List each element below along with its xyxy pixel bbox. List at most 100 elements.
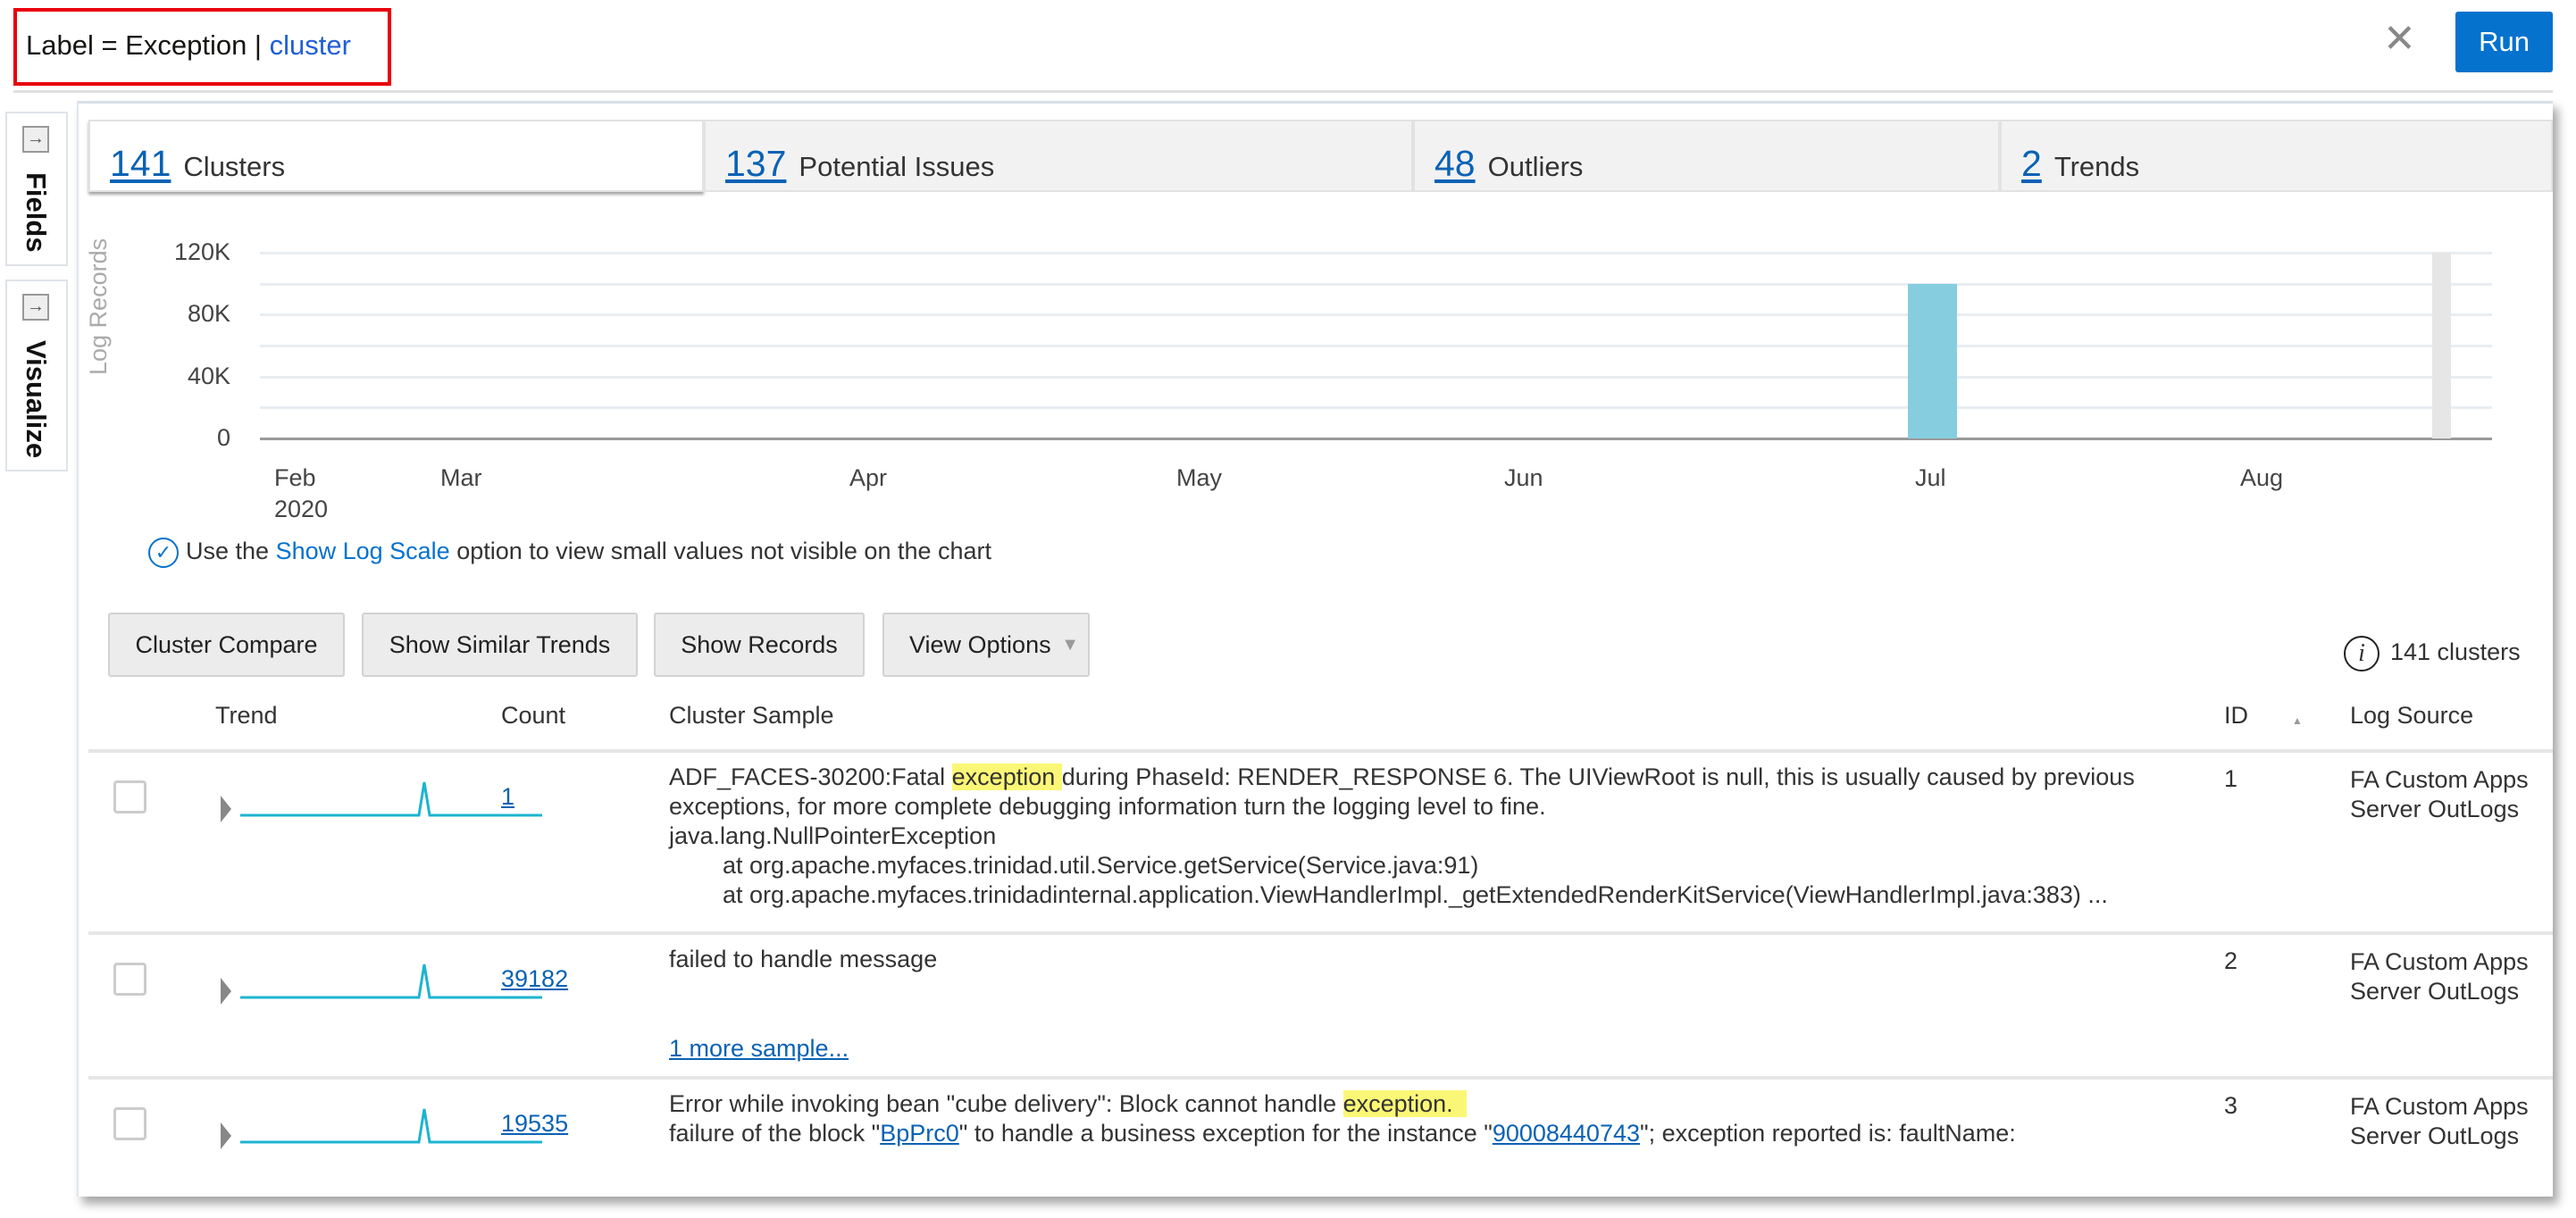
x-tick-label: Jun xyxy=(1504,464,1543,492)
sample-text: Error while invoking bean "cube delivery… xyxy=(669,1090,1343,1117)
query-text: Label = Exception | xyxy=(26,29,270,61)
x-tick-label: Aug xyxy=(2240,464,2283,492)
gridline xyxy=(260,345,2492,347)
sample-line: ADF_FACES-30200:Fatal exception during P… xyxy=(669,763,2277,792)
log-source: FA Custom Apps Server OutLogs xyxy=(2350,765,2529,824)
cluster-sample: failed to handle message1 more sample... xyxy=(669,945,2277,974)
tab-count[interactable]: 137 xyxy=(725,143,786,184)
count-link[interactable]: 1 xyxy=(501,783,514,811)
sample-text: at org.apache.myfaces.trinidad.util.Serv… xyxy=(669,852,1478,879)
highlighted-term: exception. xyxy=(1343,1090,1467,1117)
close-icon[interactable]: ✕ xyxy=(2383,20,2416,59)
y-tick-label: 0 xyxy=(168,424,230,452)
sample-text: " to handle a business exception for the… xyxy=(959,1120,1493,1147)
table-row: 1 1 FA Custom Apps Server OutLogsADF_FAC… xyxy=(88,751,2553,933)
x-tick-label: Jul xyxy=(1915,464,1946,492)
divider xyxy=(13,90,2553,93)
show-log-scale-link[interactable]: Show Log Scale xyxy=(276,538,450,564)
x-tick-label: Mar xyxy=(440,464,482,492)
bar[interactable] xyxy=(1908,284,1957,438)
sample-text: during PhaseId: RENDER_RESPONSE 6. The U… xyxy=(1062,763,2135,790)
trend-sparkline[interactable] xyxy=(221,1105,542,1158)
run-button[interactable]: Run xyxy=(2455,12,2553,72)
cluster-sample: Error while invoking bean "cube delivery… xyxy=(669,1089,2277,1148)
gridline xyxy=(260,406,2492,409)
gridline xyxy=(260,376,2492,379)
tab-count[interactable]: 141 xyxy=(110,143,171,184)
sample-line: exceptions, for more complete debugging … xyxy=(669,792,2277,822)
log-source: FA Custom Apps Server OutLogs xyxy=(2350,947,2529,1006)
column-header-log-source[interactable]: Log Source xyxy=(2350,702,2473,730)
check-circle-icon: ✓ xyxy=(148,538,179,568)
sample-line: at org.apache.myfaces.trinidadinternal.a… xyxy=(669,880,2277,910)
x-tick-label: Feb xyxy=(274,464,316,492)
sidebar-tab-label: Fields xyxy=(20,172,52,253)
search-query-input[interactable]: Label = Exception | cluster xyxy=(13,8,391,86)
sample-text: at org.apache.myfaces.trinidadinternal.a… xyxy=(669,881,2108,908)
sample-text: "; exception reported is: faultName: xyxy=(1640,1120,2016,1147)
expand-triangle-icon xyxy=(221,978,231,1005)
sample-link[interactable]: 90008440743 xyxy=(1493,1120,1640,1147)
trend-sparkline[interactable] xyxy=(221,778,542,831)
y-tick-label: 40K xyxy=(168,363,230,390)
count-link[interactable]: 39182 xyxy=(501,965,568,993)
more-samples-link[interactable]: 1 more sample... xyxy=(669,1034,849,1064)
cluster-compare-button[interactable]: Cluster Compare xyxy=(108,613,345,677)
sample-line: java.lang.NullPointerException xyxy=(669,822,2277,851)
show-similar-trends-button[interactable]: Show Similar Trends xyxy=(362,613,638,677)
log-source: FA Custom Apps Server OutLogs xyxy=(2350,1092,2529,1151)
row-checkbox[interactable] xyxy=(113,963,146,996)
expand-triangle-icon xyxy=(221,796,231,822)
x-axis-line xyxy=(260,438,2492,440)
trend-line xyxy=(240,964,542,997)
tab-count[interactable]: 48 xyxy=(1434,143,1476,184)
column-header-count[interactable]: Count xyxy=(501,702,565,730)
x-tick-label: May xyxy=(1176,464,1222,492)
sample-text: failed to handle message xyxy=(669,946,937,972)
sample-text: ADF_FACES-30200:Fatal xyxy=(669,763,952,790)
row-checkbox[interactable] xyxy=(113,780,146,813)
trend-line xyxy=(240,1109,542,1142)
sample-line: at org.apache.myfaces.trinidad.util.Serv… xyxy=(669,851,2277,880)
sidebar-tab-visualize[interactable]: → Visualize xyxy=(5,279,68,471)
tab-outliers[interactable]: 48 Outliers xyxy=(1413,120,2000,192)
table-row: 19535 3 FA Custom Apps Server OutLogsErr… xyxy=(88,1078,2553,1197)
info-icon[interactable]: i xyxy=(2344,636,2379,672)
sidebar-tab-fields[interactable]: → Fields xyxy=(5,112,68,266)
tab-label: Outliers xyxy=(1488,151,1584,182)
column-header-id[interactable]: ID xyxy=(2224,702,2248,730)
hint-text: option to view small values not visible … xyxy=(450,538,991,564)
count-link[interactable]: 19535 xyxy=(501,1110,568,1138)
table-row: 39182 2 FA Custom Apps Server OutLogsfai… xyxy=(88,933,2553,1078)
expand-panel-icon: → xyxy=(22,126,49,153)
trend-sparkline[interactable] xyxy=(221,960,542,1014)
sample-link[interactable]: BpPrc0 xyxy=(880,1120,959,1147)
sample-text: failure of the block " xyxy=(669,1120,880,1147)
column-header-cluster-sample[interactable]: Cluster Sample xyxy=(669,702,834,730)
query-keyword: cluster xyxy=(270,29,351,61)
expand-panel-icon: → xyxy=(22,294,49,321)
tab-count[interactable]: 2 xyxy=(2021,143,2042,184)
current-period-marker xyxy=(2432,253,2451,438)
view-options-dropdown[interactable]: View Options ▼ xyxy=(882,613,1090,677)
sample-line: failure of the block "BpPrc0" to handle … xyxy=(669,1119,2277,1148)
tab-potential-issues[interactable]: 137Potential Issues xyxy=(704,120,1413,192)
tab-label: Trends xyxy=(2054,151,2139,182)
sample-text: exceptions, for more complete debugging … xyxy=(669,793,1546,820)
view-options-label: View Options xyxy=(909,631,1051,658)
tab-clusters[interactable]: 141Clusters xyxy=(88,120,704,192)
cluster-count-text: 141 clusters xyxy=(2390,638,2521,665)
sample-text: java.lang.NullPointerException xyxy=(669,822,996,849)
y-tick-label: 120K xyxy=(168,238,230,266)
cluster-sample: ADF_FACES-30200:Fatal exception during P… xyxy=(669,763,2277,910)
expand-triangle-icon xyxy=(221,1122,231,1149)
tab-trends[interactable]: 2 Trends xyxy=(2000,120,2553,192)
sort-ascending-icon[interactable]: ▲ xyxy=(2292,714,2303,727)
column-header-trend[interactable]: Trend xyxy=(215,702,278,730)
x-tick-label: Apr xyxy=(849,464,887,492)
chevron-down-icon: ▼ xyxy=(1061,614,1079,675)
show-records-button[interactable]: Show Records xyxy=(654,613,865,677)
cluster-count: i 141 clusters xyxy=(2344,636,2521,672)
sample-line: Error while invoking bean "cube delivery… xyxy=(669,1089,2277,1119)
row-checkbox[interactable] xyxy=(113,1107,146,1140)
